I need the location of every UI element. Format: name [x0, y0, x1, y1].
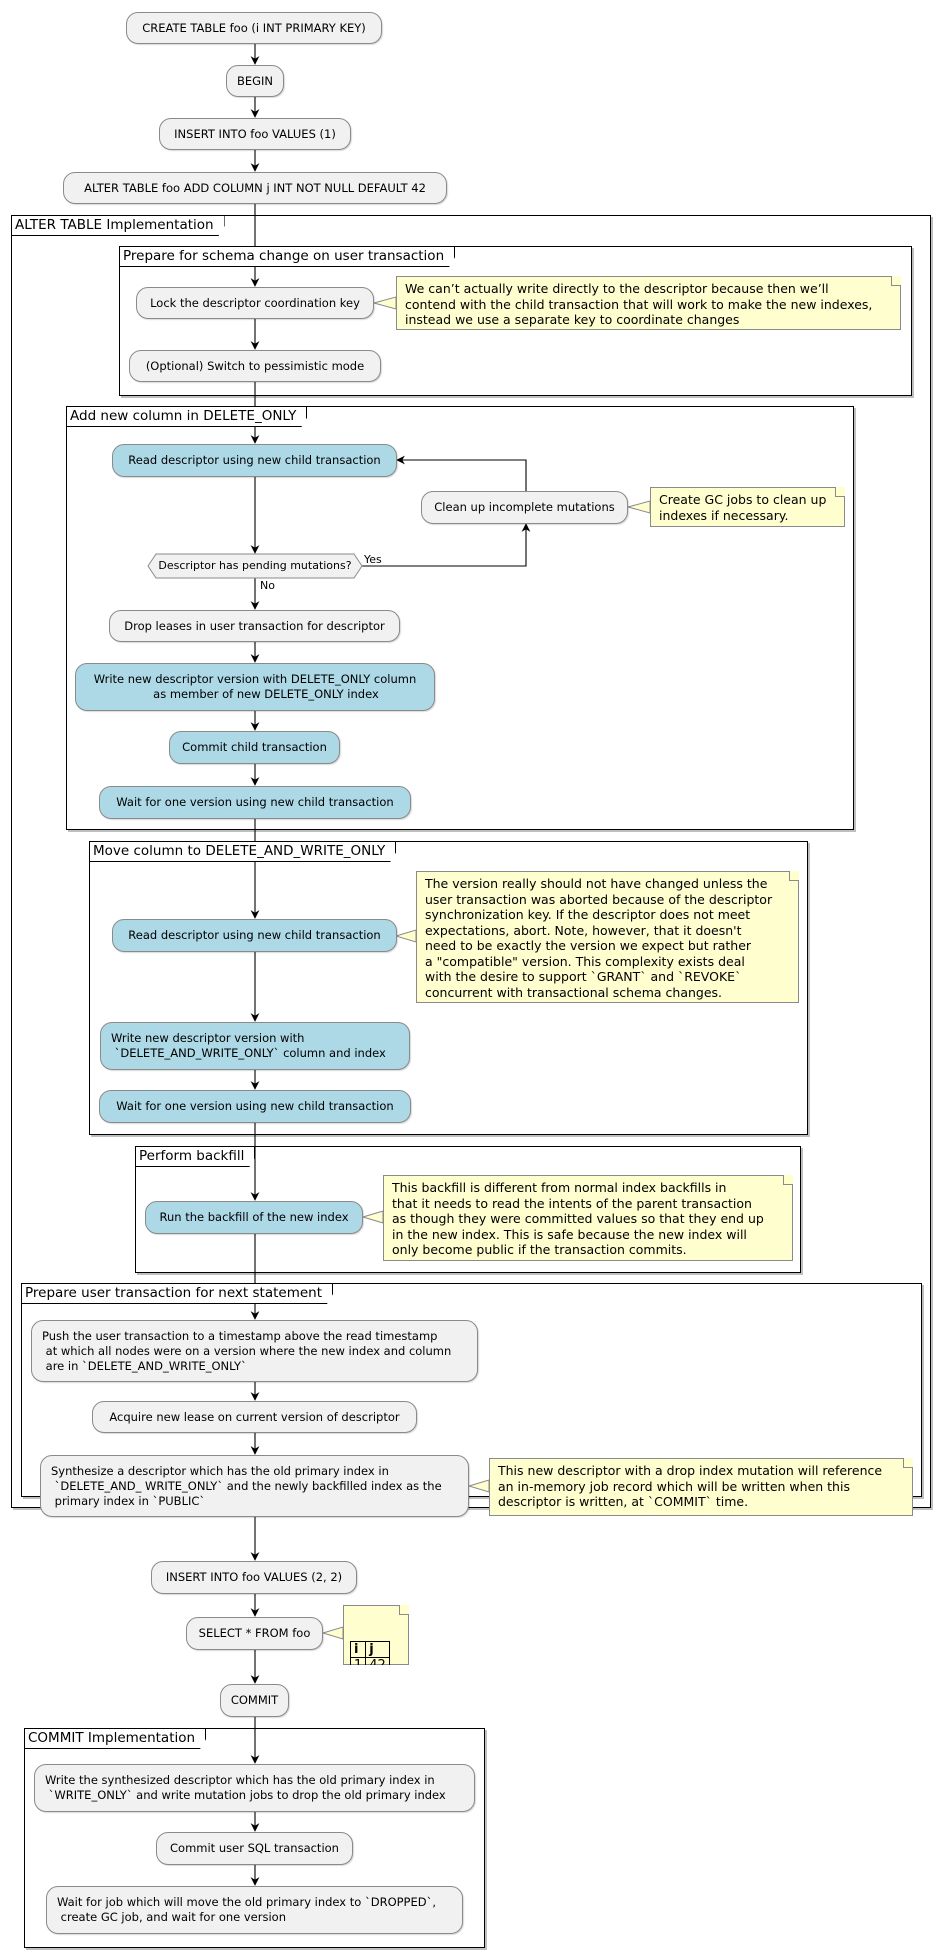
column-header: i	[351, 1642, 366, 1658]
lock-key-node: Lock the descriptor coordination key	[136, 287, 374, 319]
decision-yes-label: Yes	[364, 553, 382, 566]
commit-sql-node: Commit user SQL transaction	[156, 1832, 353, 1865]
frame-title: Prepare user transaction for next statem…	[22, 1284, 333, 1304]
note-fold	[789, 871, 799, 881]
note-fold	[903, 1458, 913, 1468]
synthesize-node: Synthesize a descriptor which has the ol…	[40, 1455, 469, 1517]
run-backfill-node: Run the backfill of the new index	[145, 1201, 363, 1234]
note-fold	[399, 1605, 409, 1615]
create-table-node: CREATE TABLE foo (i INT PRIMARY KEY)	[126, 12, 382, 44]
wait-version-node-2: Wait for one version using new child tra…	[99, 1090, 411, 1123]
note-tail	[321, 1626, 344, 1640]
frame-title: Perform backfill	[136, 1147, 255, 1167]
write-delete-only-node: Write new descriptor version with DELETE…	[75, 663, 435, 711]
drop-leases-node: Drop leases in user transaction for desc…	[109, 610, 400, 642]
write-dawo-node: Write new descriptor version with `DELET…	[100, 1022, 410, 1070]
frame-title: Prepare for schema change on user transa…	[120, 247, 455, 267]
frame-title: Move column to DELETE_AND_WRITE_ONLY	[90, 842, 396, 862]
wait-job-node: Wait for job which will move the old pri…	[46, 1886, 463, 1934]
frame-title: Add new column in DELETE_ONLY	[67, 407, 307, 427]
insert-1-node: INSERT INTO foo VALUES (1)	[159, 118, 351, 150]
cleanup-mutations-node: Clean up incomplete mutations	[421, 491, 628, 524]
version-note: The version really should not have chang…	[416, 871, 799, 1003]
activity-diagram: CREATE TABLE foo (i INT PRIMARY KEY) BEG…	[0, 0, 941, 1956]
read-descriptor-node: Read descriptor using new child transact…	[112, 444, 397, 477]
column-header: j	[366, 1642, 390, 1658]
acquire-lease-node: Acquire new lease on current version of …	[92, 1401, 417, 1433]
read-descriptor-node-2: Read descriptor using new child transact…	[112, 919, 397, 952]
decision-no-label: No	[260, 579, 275, 592]
frame-title: COMMIT Implementation	[25, 1729, 206, 1749]
lock-key-note: We can’t actually write directly to the …	[396, 276, 901, 330]
alter-table-node: ALTER TABLE foo ADD COLUMN j INT NOT NUL…	[63, 172, 447, 204]
push-txn-node: Push the user transaction to a timestamp…	[31, 1320, 478, 1382]
synthesize-note: This new descriptor with a drop index mu…	[489, 1458, 913, 1516]
write-synth-node: Write the synthesized descriptor which h…	[34, 1764, 475, 1812]
note-fold	[835, 487, 845, 497]
cleanup-note: Create GC jobs to clean up indexes if ne…	[650, 487, 845, 527]
note-fold	[891, 276, 901, 286]
begin-node: BEGIN	[226, 65, 284, 97]
insert-2-node: INSERT INTO foo VALUES (2, 2)	[151, 1561, 357, 1594]
commit-child-node: Commit child transaction	[169, 731, 340, 764]
decision-label: Descriptor has pending mutations?	[158, 559, 352, 572]
select-node: SELECT * FROM foo	[186, 1617, 323, 1650]
pessimistic-mode-node: (Optional) Switch to pessimistic mode	[129, 350, 381, 382]
note-fold	[783, 1175, 793, 1185]
table-header-row: i j	[351, 1642, 390, 1658]
commit-node: COMMIT	[220, 1684, 289, 1717]
frame-title: ALTER TABLE Implementation	[12, 216, 225, 236]
wait-version-node: Wait for one version using new child tra…	[99, 786, 411, 819]
backfill-note: This backfill is different from normal i…	[383, 1175, 793, 1261]
